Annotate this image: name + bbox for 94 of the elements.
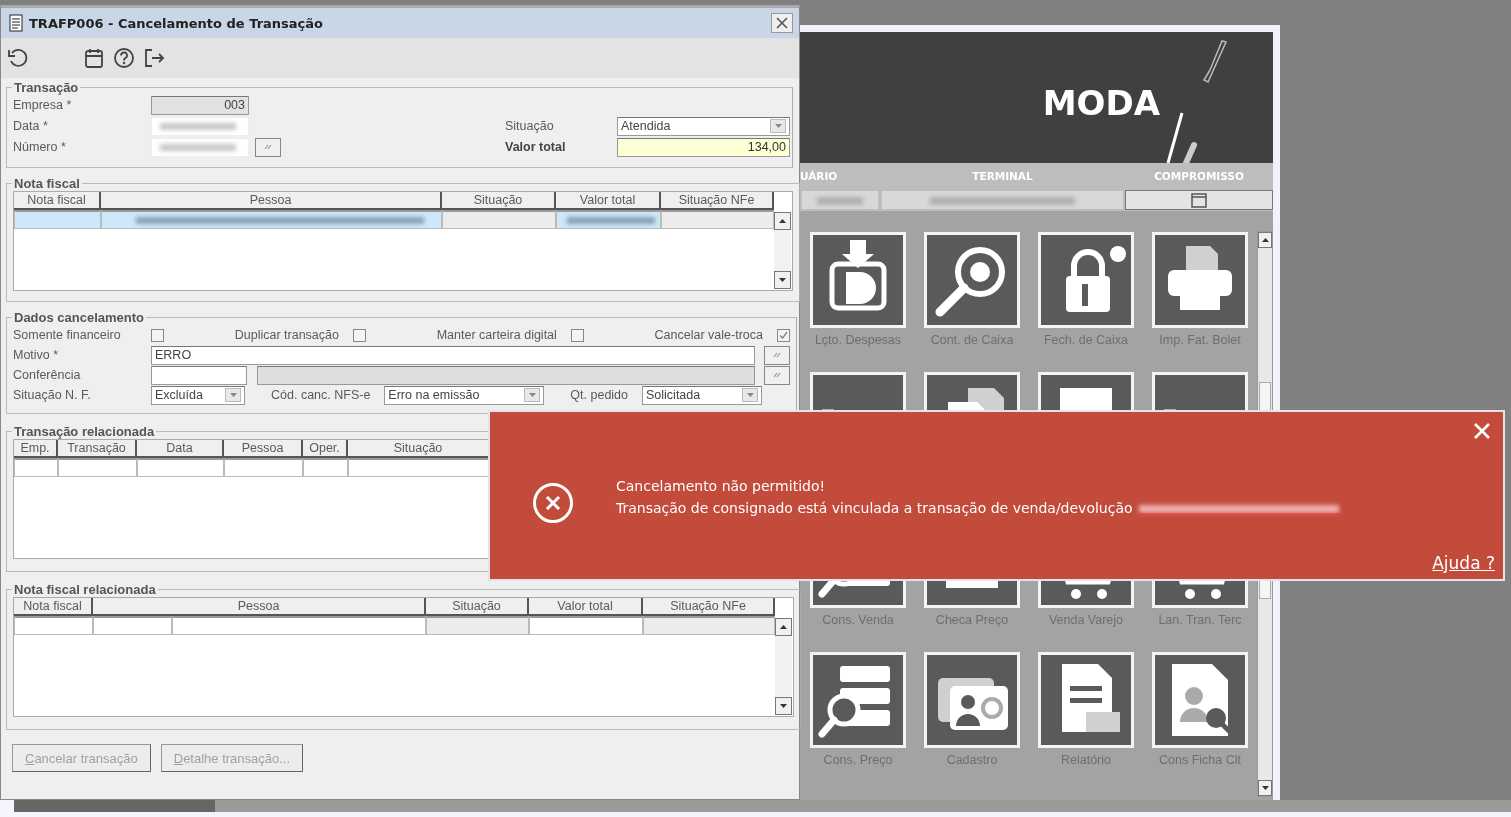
error-message: Transação de consignado está vinculada a transação de venda/devolução xyxy=(616,499,1473,516)
field-label: Número * xyxy=(13,140,67,154)
column-header[interactable]: Situação xyxy=(442,192,556,210)
lookup-icon xyxy=(772,371,782,379)
column-header[interactable]: Data xyxy=(137,440,224,458)
dropdown[interactable]: Erro na emissão xyxy=(384,385,545,405)
field-label: Situação N. F. xyxy=(13,388,92,402)
dropdown[interactable]: Solicitada xyxy=(642,385,763,405)
calendar-button[interactable] xyxy=(1125,190,1273,210)
checkbox[interactable] xyxy=(151,328,164,342)
exit-icon[interactable] xyxy=(143,47,165,69)
dropdown[interactable]: Excluída xyxy=(151,385,245,405)
column-header: UÁRIO xyxy=(800,170,839,182)
error-icon xyxy=(532,481,574,524)
column-header[interactable]: Nota fiscal xyxy=(14,598,93,616)
check-field[interactable] xyxy=(151,365,247,385)
checkbox[interactable] xyxy=(570,328,584,342)
column-header[interactable]: Situação NFe xyxy=(661,192,774,210)
field-label: Valor total xyxy=(505,140,567,154)
status-dropdown[interactable]: Atendida xyxy=(617,116,790,136)
padlock-icon xyxy=(1038,231,1134,329)
group-title: Transação xyxy=(13,80,80,95)
table-row[interactable] xyxy=(14,210,774,229)
group-title: Nota fiscal xyxy=(13,176,81,191)
refresh-icon[interactable] xyxy=(7,47,29,69)
column-header[interactable]: Pessoa xyxy=(93,598,426,616)
checkbox-label: Duplicar transação xyxy=(234,328,339,342)
calendar-icon xyxy=(1190,192,1208,208)
lookup-button[interactable] xyxy=(764,365,790,385)
up-arrow-icon xyxy=(779,219,786,223)
up-arrow-icon xyxy=(1261,238,1269,242)
column-header[interactable]: Nota fiscal xyxy=(14,192,101,210)
field-label: Cód. canc. NFS-e xyxy=(271,388,371,402)
column-header[interactable]: Pessoa xyxy=(224,440,303,458)
dollar-magnifier-icon xyxy=(924,231,1020,329)
lookup-button[interactable] xyxy=(764,345,790,365)
group-title: Transação relacionada xyxy=(13,424,156,439)
field-label: Motivo * xyxy=(13,348,60,362)
date-field[interactable] xyxy=(151,116,249,136)
checkbox-label: Manter carteira digital xyxy=(436,328,557,342)
column-header[interactable]: Pessoa xyxy=(101,192,442,210)
list-search-icon xyxy=(810,651,906,749)
profile-search-icon xyxy=(1152,651,1248,749)
column-header[interactable]: Valor total xyxy=(529,598,643,616)
field-label: Situação xyxy=(505,119,555,133)
checkbox[interactable] xyxy=(352,328,366,342)
total-field[interactable]: 134,00 xyxy=(617,137,790,157)
help-link[interactable]: Ajuda ? xyxy=(1432,553,1495,573)
column-header[interactable]: Situação xyxy=(348,440,490,458)
column-header[interactable]: Valor total xyxy=(556,192,661,210)
group-title: Dados cancelamento xyxy=(13,310,146,325)
error-title: Cancelamento não permitido! xyxy=(616,477,827,494)
redacted-link[interactable] xyxy=(1138,502,1339,515)
checkbox-label: Cancelar vale-troca xyxy=(654,328,763,342)
scrollbar[interactable] xyxy=(14,800,1511,812)
lookup-icon xyxy=(263,143,273,151)
field-label: Empresa * xyxy=(13,98,73,112)
close-icon xyxy=(776,17,788,29)
column-header[interactable]: Situação xyxy=(426,598,529,616)
id-card-icon xyxy=(924,651,1020,749)
column-header[interactable]: Emp. xyxy=(14,440,58,458)
window-title: TRAFP006 - Cancelamento de Transação xyxy=(29,15,323,31)
down-arrow-icon xyxy=(779,278,786,282)
column-header: TERMINAL xyxy=(971,170,1034,182)
column-header[interactable]: Oper. xyxy=(303,440,348,458)
brand-logo: MODA xyxy=(1042,82,1160,123)
field-label: Conferência xyxy=(13,368,82,382)
column-header[interactable]: Situação NFe xyxy=(643,598,775,616)
up-arrow-icon xyxy=(780,625,787,629)
column-header[interactable]: Transação xyxy=(58,440,137,458)
close-icon xyxy=(1473,422,1491,440)
down-arrow-icon xyxy=(1261,786,1269,790)
printer-icon xyxy=(1152,231,1248,329)
group-title: Nota fiscal relacionada xyxy=(13,582,157,597)
document-icon xyxy=(9,14,23,32)
checkbox[interactable] xyxy=(776,328,790,342)
download-card-icon xyxy=(810,231,906,329)
help-icon[interactable] xyxy=(113,47,135,69)
column-header: COMPROMISSO xyxy=(1153,170,1245,182)
scrollbar[interactable] xyxy=(775,618,792,715)
field-label: Data * xyxy=(13,119,49,133)
lookup-button[interactable] xyxy=(255,137,281,157)
lookup-icon xyxy=(772,351,782,359)
table-row[interactable] xyxy=(14,616,775,635)
checkbox-label: Somente financeiro xyxy=(13,328,122,342)
reason-field[interactable]: ERRO xyxy=(151,345,755,365)
number-field[interactable] xyxy=(151,137,249,157)
scrollbar[interactable] xyxy=(774,212,791,289)
field-label: Qt. pedido xyxy=(570,388,629,402)
down-arrow-icon xyxy=(780,704,787,708)
calendar-icon[interactable] xyxy=(83,47,105,69)
close-button[interactable] xyxy=(771,13,793,33)
company-field[interactable]: 003 xyxy=(151,95,249,115)
report-icon xyxy=(1038,651,1134,749)
